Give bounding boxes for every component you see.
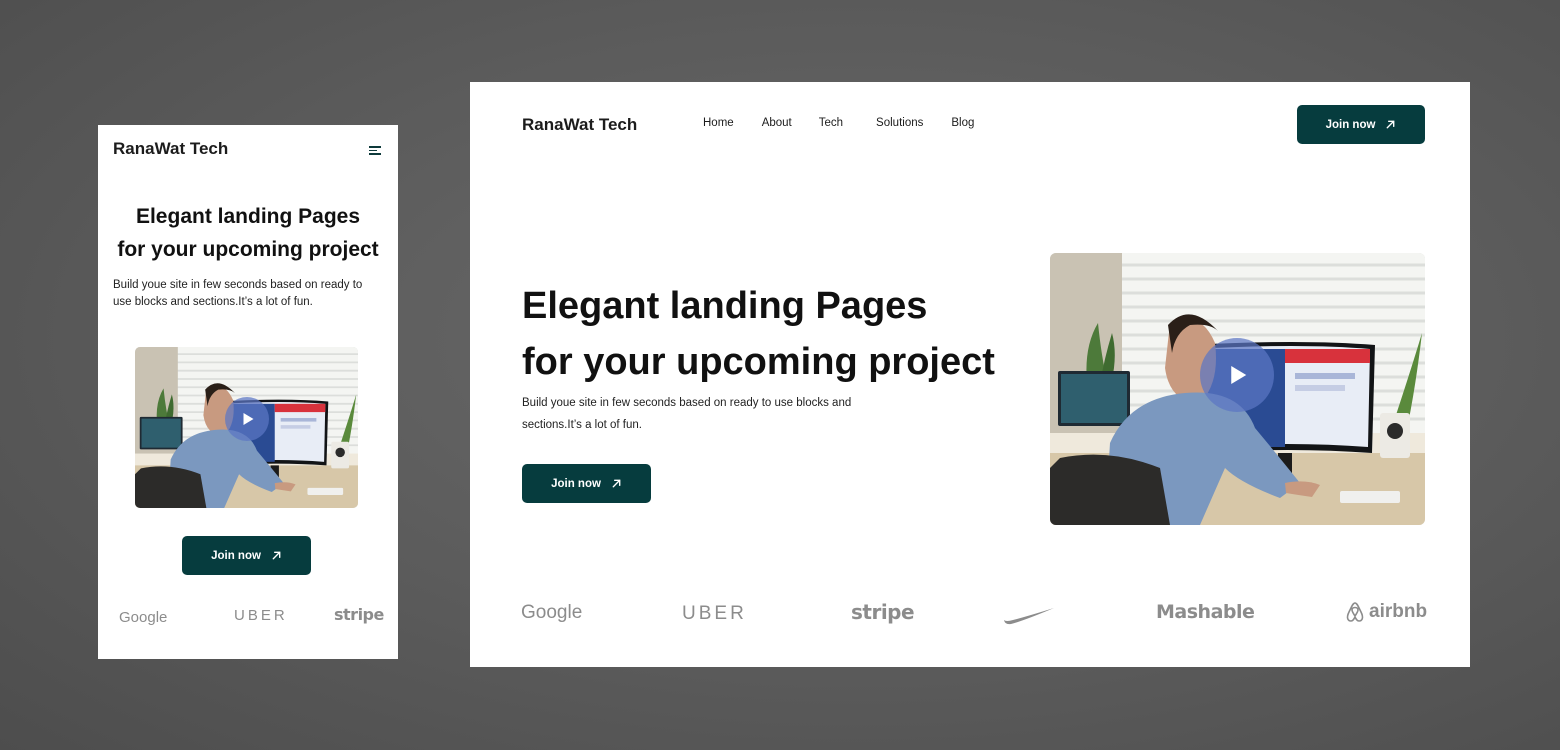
hero-headline-line1: Elegant landing Pages (135, 205, 361, 228)
desktop-preview: RanaWat Tech Home About Tech Solutions B… (470, 82, 1470, 667)
hero-description: Build youe site in few seconds based on … (522, 397, 852, 431)
play-icon[interactable] (225, 397, 269, 441)
play-icon[interactable] (1200, 338, 1274, 412)
mobile-preview: RanaWat Tech Elegant landing Pages for y… (98, 125, 398, 659)
brand-logo[interactable]: RanaWat Tech (522, 115, 637, 135)
airbnb-logo: airbnb (1345, 601, 1427, 623)
nav-blog[interactable]: Blog (951, 117, 974, 129)
uber-logo: UBER (682, 603, 747, 624)
nike-swoosh-icon (1004, 608, 1054, 625)
nav-home[interactable]: Home (703, 117, 734, 129)
hero-headline-line1: Elegant landing Pages (522, 285, 928, 327)
hero-headline: Elegant landing Pages for your upcoming … (98, 200, 398, 266)
mashable-logo: Mashable (1156, 601, 1255, 623)
hero-video[interactable] (1050, 253, 1425, 525)
uber-logo: UBER (234, 607, 288, 624)
arrow-up-right-icon (272, 551, 281, 560)
nav-about[interactable]: About (762, 117, 792, 129)
header-join-now-button[interactable]: Join now (1297, 105, 1425, 144)
partner-logos: Google UBER stripe (98, 601, 398, 631)
join-now-label: Join now (551, 477, 601, 490)
google-logo: Google (119, 609, 168, 626)
arrow-up-right-icon (612, 479, 621, 488)
stripe-logo: stripe (851, 600, 915, 624)
hero-headline: Elegant landing Pages for your upcoming … (522, 278, 995, 390)
hero-headline-line2: for your upcoming project (522, 341, 995, 383)
airbnb-belo-icon (1346, 602, 1364, 622)
partner-logos: Google UBER stripe Mashable airbnb (520, 596, 1435, 632)
join-now-label: Join now (1325, 118, 1376, 131)
nav-tech[interactable]: Tech (819, 117, 843, 129)
arrow-up-right-icon (1387, 120, 1395, 129)
join-now-label: Join now (211, 549, 261, 562)
main-nav: Home About Tech Solutions Blog (703, 117, 974, 129)
hero-headline-line2: for your upcoming project (117, 238, 379, 261)
hero-video[interactable] (135, 347, 358, 508)
google-logo: Google (521, 602, 583, 623)
airbnb-logo-text: airbnb (1369, 601, 1428, 622)
nav-solutions[interactable]: Solutions (876, 117, 923, 129)
hamburger-menu-icon[interactable] (369, 146, 381, 156)
brand-logo[interactable]: RanaWat Tech (113, 139, 228, 159)
hero-join-now-button[interactable]: Join now (522, 464, 651, 503)
hero-description: Build youe site in few seconds based on … (113, 279, 363, 308)
join-now-button[interactable]: Join now (182, 536, 311, 575)
stripe-logo: stripe (334, 605, 384, 624)
